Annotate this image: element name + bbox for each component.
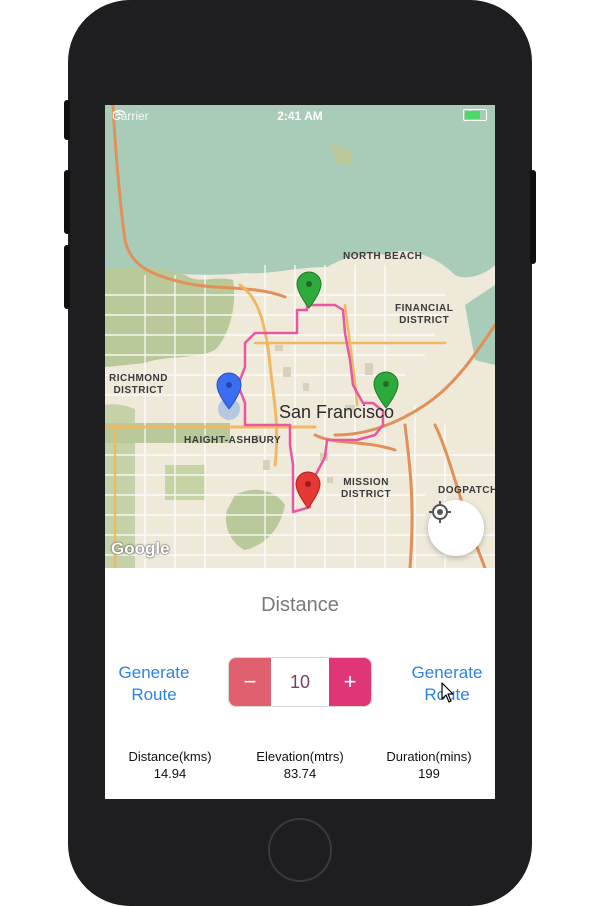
elevation-stat: Elevation(mtrs) 83.74 <box>235 748 365 782</box>
my-location-button[interactable] <box>428 500 484 556</box>
home-button[interactable] <box>268 818 332 882</box>
neighborhood-label: RICHMOND DISTRICT <box>109 373 168 396</box>
map-pin-icon[interactable] <box>295 471 321 509</box>
distance-stepper: − 10 + <box>228 657 372 707</box>
map-pin-icon[interactable] <box>296 271 322 309</box>
stat-value: 199 <box>418 766 440 781</box>
stat-value: 14.94 <box>153 766 187 781</box>
status-bar: Carrier 2:41 AM <box>105 105 495 127</box>
volume-up-button <box>64 170 70 234</box>
stat-label: Duration(mins) <box>386 749 472 764</box>
neighborhood-label: DOGPATCH <box>438 485 495 496</box>
neighborhood-label: HAIGHT-ASHBURY <box>184 435 282 446</box>
map-view[interactable]: NORTH BEACH FINANCIAL DISTRICT RICHMOND … <box>105 105 495 568</box>
duration-stat: Duration(mins) 199 <box>364 748 494 782</box>
distance-title: Distance <box>261 594 339 616</box>
neighborhood-label: FINANCIAL DISTRICT <box>395 303 454 326</box>
decrement-button[interactable]: − <box>229 658 271 706</box>
neighborhood-label: MISSION DISTRICT <box>341 477 392 500</box>
volume-down-button <box>64 245 70 309</box>
bay-water <box>105 105 495 278</box>
mute-switch <box>64 100 70 140</box>
google-attribution[interactable]: Google <box>111 539 170 559</box>
neighborhood-label: NORTH BEACH <box>343 251 423 262</box>
map-pin-icon[interactable] <box>216 372 242 410</box>
stat-label: Elevation(mtrs) <box>256 749 344 764</box>
battery-icon <box>463 109 487 121</box>
increment-button[interactable]: + <box>329 658 371 706</box>
stat-value: 83.74 <box>283 766 317 781</box>
twin-peaks-park <box>225 489 285 550</box>
power-button <box>530 170 536 264</box>
route-controls-panel: Distance Generate Route − 10 + Generate … <box>105 568 495 799</box>
bay-water-east <box>465 285 495 365</box>
stepper-value: 10 <box>271 658 329 706</box>
my-location-icon <box>429 501 451 523</box>
distance-stat: Distance(kms) 14.94 <box>105 748 235 782</box>
stat-label: Distance(kms) <box>128 749 212 764</box>
city-label: San Francisco <box>279 402 395 422</box>
app-screen: NORTH BEACH FINANCIAL DISTRICT RICHMOND … <box>105 105 495 799</box>
generate-route-button-left[interactable]: Generate Route <box>105 662 209 706</box>
status-time: 2:41 AM <box>277 109 323 123</box>
mouse-cursor-icon <box>441 682 454 703</box>
presidio-park <box>105 267 235 367</box>
status-indicators <box>463 109 487 121</box>
